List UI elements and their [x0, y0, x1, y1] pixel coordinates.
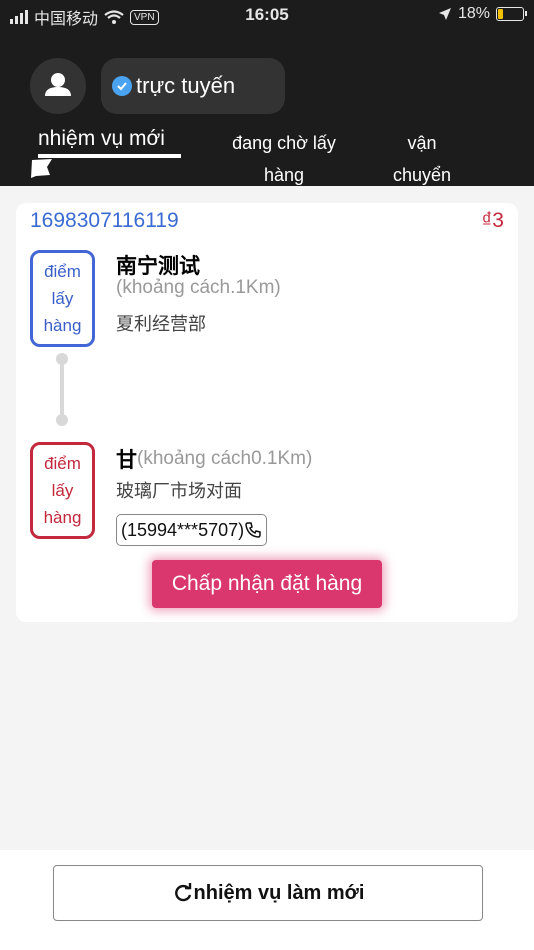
- pickup-distance: (khoảng cách.1Km): [116, 277, 281, 298]
- tab-awaiting-pickup[interactable]: đang chờ lấy hàng: [214, 127, 354, 191]
- location-arrow-icon: [438, 8, 451, 20]
- tab-shipping[interactable]: vận chuyển: [382, 127, 462, 191]
- online-status-label: trực tuyến: [136, 73, 236, 98]
- phone-icon: [245, 522, 261, 538]
- route-dot: [56, 414, 68, 426]
- battery-icon: [496, 7, 527, 21]
- dropoff-point-tag: điểm lấy hàng: [30, 442, 95, 539]
- header: trực tuyến nhiệm vụ mới đang chờ lấy hàn…: [0, 30, 534, 186]
- dropoff-address: 玻璃厂市场对面: [116, 481, 242, 501]
- flag-icon: [31, 159, 52, 178]
- route-dot: [56, 353, 68, 365]
- refresh-icon: [174, 883, 191, 902]
- status-right: 18%: [438, 5, 527, 23]
- online-status-toggle[interactable]: trực tuyến: [101, 58, 285, 114]
- dropoff-distance: (khoảng cách0.1Km): [137, 448, 313, 469]
- accept-order-button[interactable]: Chấp nhận đặt hàng: [152, 560, 382, 608]
- battery-percent: 18%: [457, 5, 490, 22]
- pickup-point-tag: điểm lấy hàng: [30, 250, 95, 347]
- dropoff-phone[interactable]: (15994***5707): [116, 514, 268, 546]
- order-card[interactable]: 1698307116119 ₫3 điểm lấy hàng 南宁测试 (kho…: [16, 203, 518, 622]
- dropoff-phone-number: (15994***5707): [121, 519, 245, 540]
- refresh-tasks-label: nhiệm vụ làm mới: [193, 881, 365, 904]
- avatar[interactable]: [30, 58, 86, 114]
- check-icon: [112, 76, 132, 96]
- active-tab-underline: [38, 154, 181, 158]
- pickup-address: 夏利经营部: [116, 314, 206, 334]
- refresh-tasks-button[interactable]: nhiệm vụ làm mới: [53, 865, 483, 921]
- order-price: ₫3: [481, 209, 504, 232]
- bottom-bar: nhiệm vụ làm mới: [0, 850, 534, 950]
- order-number: 1698307116119: [30, 209, 179, 232]
- tab-new-tasks[interactable]: nhiệm vụ mới: [38, 123, 165, 155]
- status-bar: 中国移动 VPN 16:05 18%: [0, 0, 534, 30]
- dropoff-name: 甘: [116, 449, 137, 472]
- pickup-name: 南宁测试: [116, 255, 200, 278]
- user-icon: [45, 73, 71, 96]
